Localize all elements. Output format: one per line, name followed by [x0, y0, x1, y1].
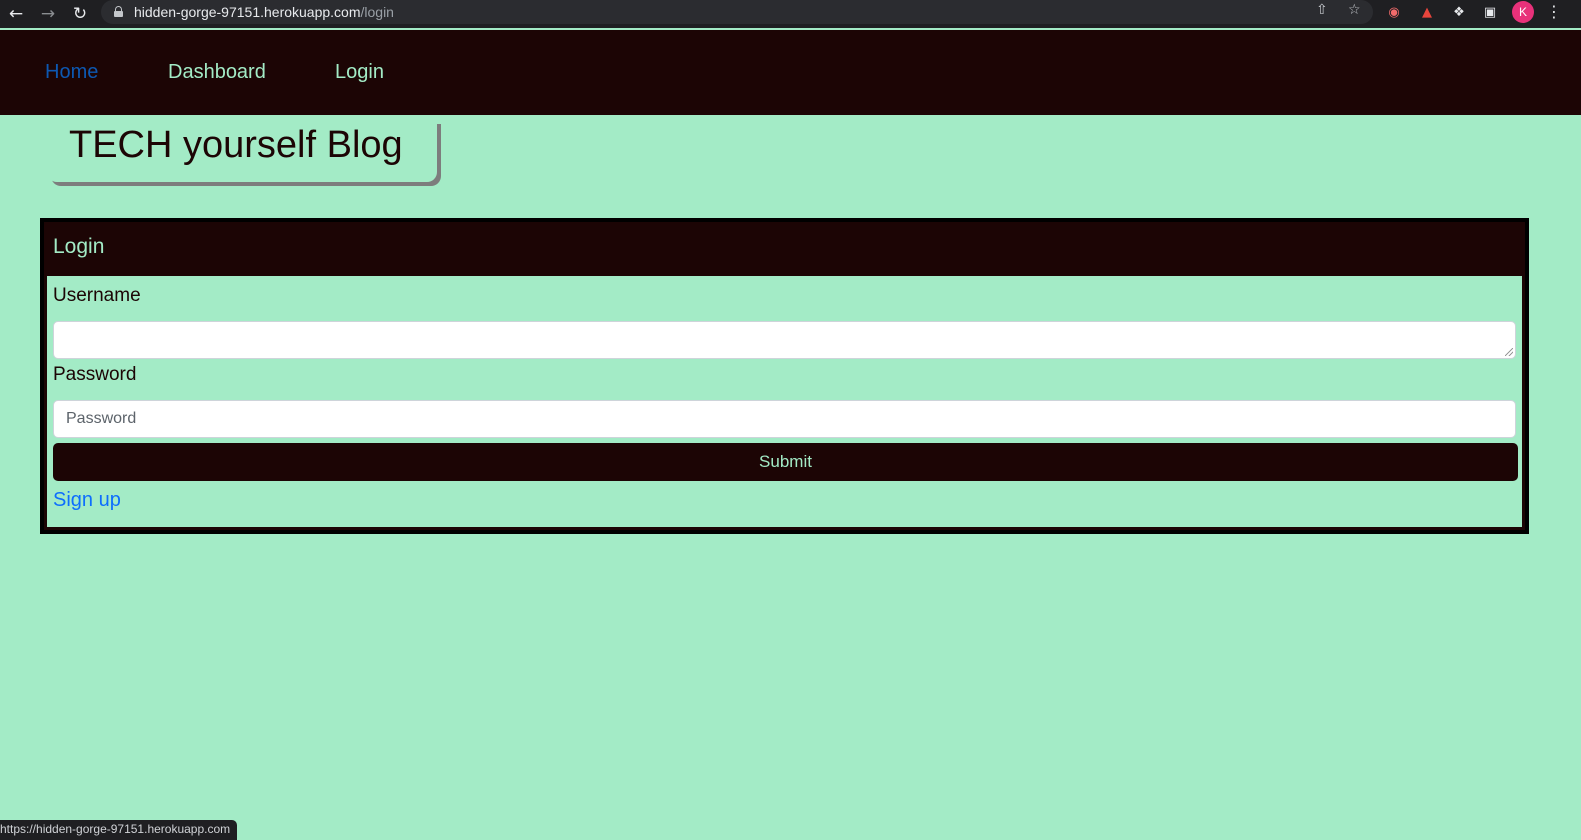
site-title: TECH yourself Blog	[69, 124, 403, 166]
address-bar[interactable]: hidden-gorge-97151.herokuapp.com/login ⇧…	[101, 0, 1373, 24]
reload-icon[interactable]: ↻	[64, 0, 96, 28]
nav-dashboard-link[interactable]: Dashboard	[168, 61, 266, 84]
login-card-header: Login	[44, 222, 1525, 276]
extension-record-icon[interactable]: ◉	[1385, 3, 1403, 21]
password-field[interactable]	[53, 400, 1516, 438]
url-text[interactable]: hidden-gorge-97151.herokuapp.com/login	[134, 4, 394, 20]
signup-link[interactable]: Sign up	[53, 489, 121, 512]
login-card-title: Login	[53, 235, 105, 258]
puzzle-extensions-icon[interactable]: ❖	[1450, 3, 1468, 21]
share-icon[interactable]: ⇧	[1316, 2, 1328, 18]
resize-grip-icon[interactable]	[1505, 348, 1513, 356]
browser-toolbar: ← → ↻ hidden-gorge-97151.herokuapp.com/l…	[0, 0, 1581, 28]
back-arrow-icon[interactable]: ←	[0, 0, 32, 28]
extension-icon[interactable]: ▲	[1418, 3, 1436, 21]
menu-dots-icon[interactable]: ⋮	[1546, 2, 1562, 21]
site-title-box: TECH yourself Blog	[47, 120, 437, 182]
side-panel-icon[interactable]: ▣	[1481, 3, 1499, 21]
nav-home-link[interactable]: Home	[45, 61, 98, 84]
lock-icon[interactable]	[114, 6, 123, 17]
username-field[interactable]	[53, 321, 1516, 359]
profile-avatar[interactable]: K	[1512, 1, 1534, 23]
bookmark-star-icon[interactable]: ☆	[1348, 2, 1361, 18]
password-label: Password	[53, 364, 137, 385]
site-navbar: Home Dashboard Login	[0, 30, 1581, 115]
url-host: hidden-gorge-97151.herokuapp.com	[134, 4, 361, 20]
login-card: Login Username Password Submit Sign up	[40, 218, 1529, 534]
url-path: /login	[360, 4, 394, 20]
submit-button[interactable]: Submit	[53, 443, 1518, 481]
forward-arrow-icon[interactable]: →	[32, 0, 64, 28]
username-label: Username	[53, 285, 141, 306]
status-bar-url: https://hidden-gorge-97151.herokuapp.com	[0, 820, 238, 840]
nav-login-link[interactable]: Login	[335, 61, 384, 84]
